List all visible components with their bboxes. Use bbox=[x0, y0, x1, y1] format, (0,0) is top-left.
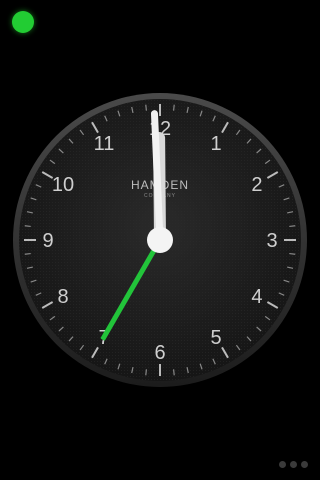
hour-numeral-4: 4 bbox=[251, 286, 262, 308]
minute-tick bbox=[289, 225, 296, 228]
hour-numeral-8: 8 bbox=[57, 286, 68, 308]
page-dot[interactable] bbox=[290, 461, 297, 468]
center-cap bbox=[147, 227, 173, 253]
minute-tick bbox=[24, 225, 31, 228]
minute-tick bbox=[289, 252, 296, 255]
hour-numeral-10: 10 bbox=[52, 174, 74, 196]
clock-screen: 121234567891011 HAMDEN COMPANY bbox=[0, 0, 320, 480]
page-dot[interactable] bbox=[301, 461, 308, 468]
analog-clock: 121234567891011 HAMDEN COMPANY bbox=[13, 93, 307, 387]
hour-numeral-11: 11 bbox=[94, 133, 115, 155]
minute-tick bbox=[145, 104, 148, 111]
minute-tick bbox=[145, 369, 148, 376]
hour-numeral-1: 1 bbox=[210, 133, 221, 155]
page-dot[interactable] bbox=[279, 461, 286, 468]
page-indicator[interactable] bbox=[279, 461, 308, 468]
minute-tick bbox=[24, 252, 31, 255]
hour-numeral-2: 2 bbox=[251, 174, 262, 196]
hour-numeral-5: 5 bbox=[210, 327, 221, 349]
hour-numeral-9: 9 bbox=[42, 230, 53, 252]
hour-numeral-3: 3 bbox=[266, 230, 277, 252]
hour-numeral-6: 6 bbox=[154, 342, 165, 364]
minute-tick bbox=[172, 369, 175, 376]
minute-tick bbox=[172, 104, 175, 111]
